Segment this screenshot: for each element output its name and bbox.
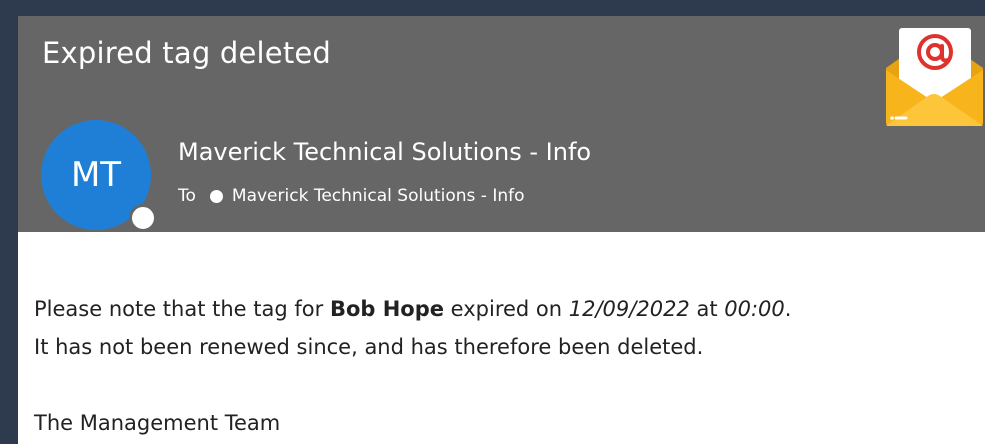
body-line-1: Please note that the tag for Bob Hope ex… — [34, 290, 791, 328]
body-text-prefix: Please note that the tag for — [34, 297, 330, 321]
to-line: To Maverick Technical Solutions - Info — [178, 186, 525, 206]
expiry-time: 00:00 — [724, 297, 785, 321]
body-text-at: at — [689, 297, 725, 321]
sender-avatar[interactable]: MT — [41, 120, 157, 232]
email-header: Expired tag deleted MT Maverick Technica… — [18, 16, 985, 232]
body-line-2: It has not been renewed since, and has t… — [34, 335, 704, 359]
email-at-envelope-icon — [882, 26, 985, 128]
body-text-end: . — [784, 297, 792, 321]
expiry-date: 12/09/2022 — [568, 297, 690, 321]
recipient-name[interactable]: Maverick Technical Solutions - Info — [232, 186, 525, 206]
email-body: Please note that the tag for Bob Hope ex… — [18, 232, 985, 444]
email-subject: Expired tag deleted — [42, 36, 332, 70]
email-signature: The Management Team — [34, 411, 281, 435]
body-text-mid: expired on — [444, 297, 569, 321]
email-body-text: Please note that the tag for Bob Hope ex… — [34, 290, 791, 442]
email-card: Expired tag deleted MT Maverick Technica… — [18, 16, 985, 444]
person-name: Bob Hope — [329, 297, 444, 321]
to-label: To — [178, 186, 196, 206]
recipient-presence-icon — [209, 189, 223, 203]
presence-status-icon — [129, 204, 157, 232]
sender-name[interactable]: Maverick Technical Solutions - Info — [178, 138, 591, 166]
